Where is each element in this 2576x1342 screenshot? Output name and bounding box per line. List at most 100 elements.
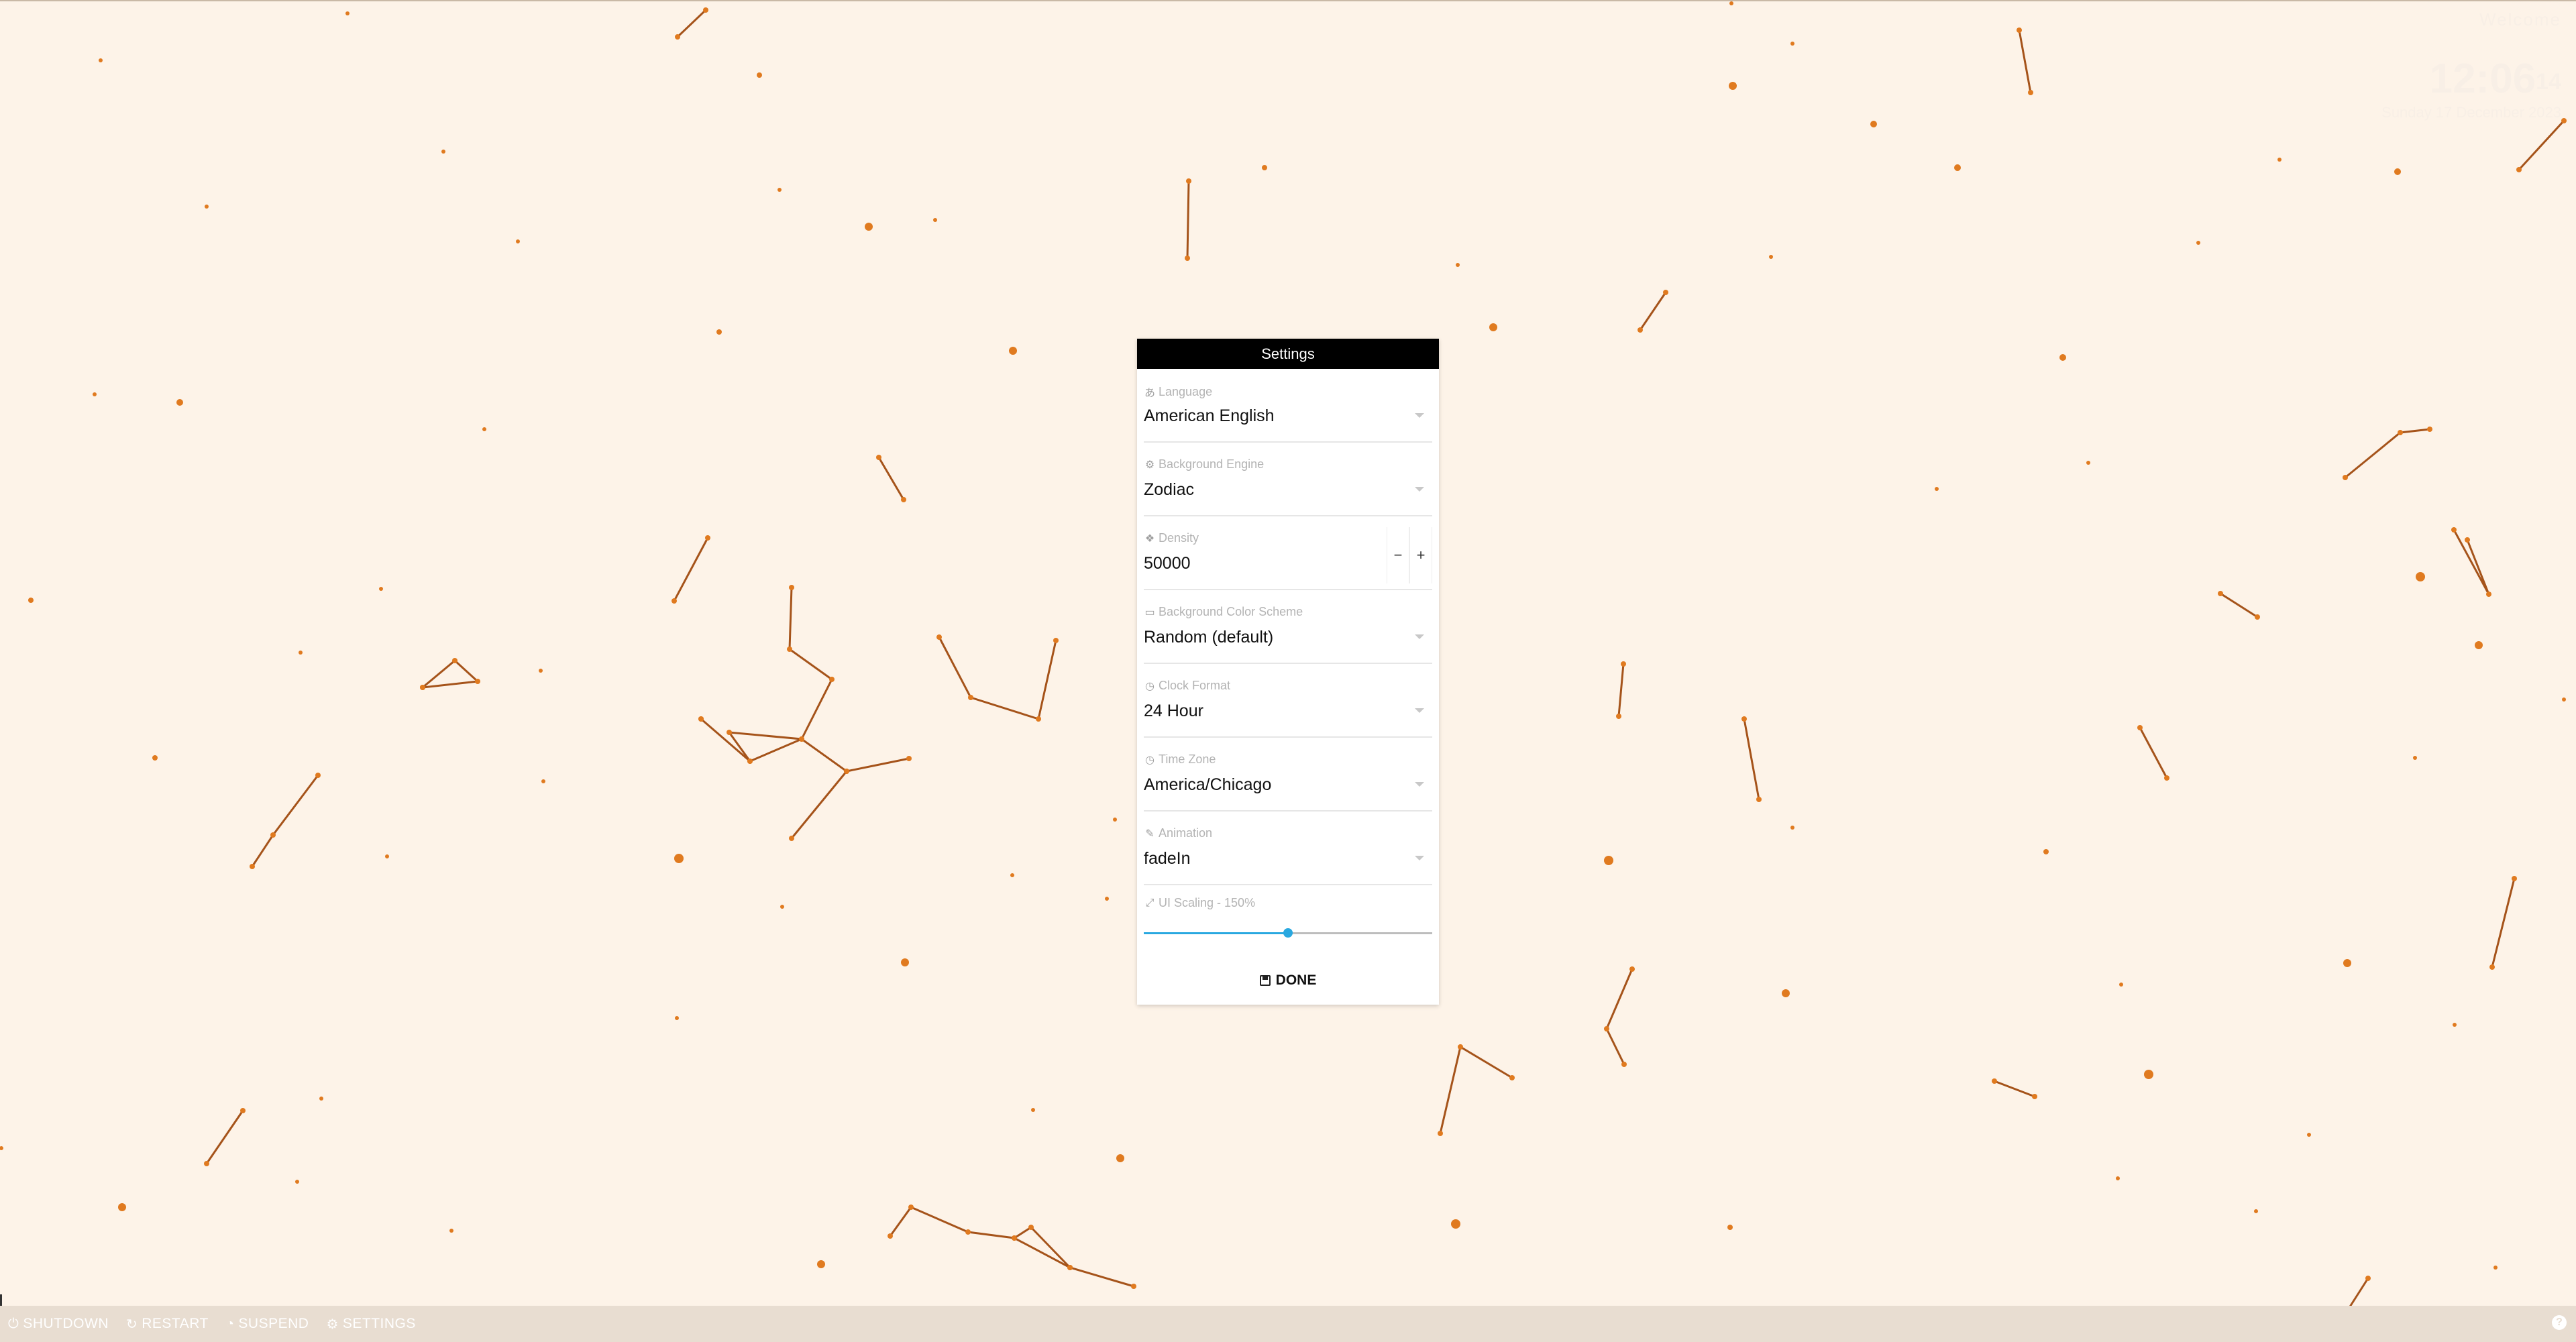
star: [1790, 42, 1794, 46]
refresh-icon: ↻: [125, 1317, 138, 1332]
star: [1769, 255, 1773, 259]
clock-time: 12:0614: [2429, 56, 2561, 102]
restart-button[interactable]: ↻ RESTART: [126, 1316, 209, 1333]
color-scheme-select[interactable]: ▭ Background Color Scheme Random (default…: [1144, 590, 1432, 664]
constellation-line: [700, 718, 802, 763]
clock-seconds: 14: [2536, 69, 2561, 95]
star: [449, 1229, 453, 1233]
star: [1456, 263, 1460, 267]
constellation-line: [1605, 968, 1633, 1065]
star: [2059, 354, 2066, 361]
shutdown-button[interactable]: ⏻ SHUTDOWN: [8, 1316, 109, 1332]
star: [1116, 1154, 1124, 1162]
constellation-line: [1186, 180, 1190, 259]
star: [747, 759, 753, 764]
ui-scaling-slider[interactable]: [1144, 928, 1432, 938]
star: [865, 223, 873, 231]
help-button[interactable]: ?: [2552, 1315, 2567, 1330]
density-input[interactable]: 50000: [1144, 554, 1191, 573]
settings-button[interactable]: ⚙ SETTINGS: [326, 1316, 415, 1333]
star: [28, 598, 34, 603]
star: [817, 1260, 825, 1268]
star: [2116, 1176, 2120, 1180]
star: [1616, 714, 1621, 719]
star: [1458, 1044, 1463, 1050]
language-select[interactable]: あ Language American English: [1144, 369, 1432, 443]
clock-user: Welcome: [2479, 9, 2561, 30]
star: [2307, 1133, 2311, 1137]
increment-button[interactable]: +: [1409, 527, 1432, 583]
shutdown-label: SHUTDOWN: [23, 1316, 109, 1331]
star: [2043, 849, 2049, 854]
clock-format-value: 24 Hour: [1144, 702, 1203, 720]
star: [475, 679, 480, 684]
star: [675, 34, 680, 40]
star: [1604, 1026, 1609, 1031]
star: [906, 756, 912, 761]
star: [452, 658, 458, 663]
time-zone-select[interactable]: ◷ Time Zone America/Chicago: [1144, 738, 1432, 812]
color-scheme-label: Background Color Scheme: [1159, 605, 1303, 618]
suspend-button[interactable]: ◔ SUSPEND: [226, 1316, 309, 1332]
star: [2493, 1266, 2498, 1270]
star: [908, 1205, 914, 1210]
chevron-down-icon[interactable]: [1415, 634, 1424, 639]
star: [93, 392, 97, 396]
suspend-icon: ◔: [225, 1316, 235, 1331]
star: [2017, 27, 2022, 33]
chevron-down-icon[interactable]: [1415, 708, 1424, 713]
star: [2416, 572, 2425, 581]
animation-label: Animation: [1159, 826, 1213, 840]
star: [2451, 527, 2457, 533]
star: [789, 585, 794, 590]
star: [2086, 461, 2090, 465]
star: [420, 685, 425, 690]
density-stepper: − +: [1387, 527, 1432, 583]
chevron-down-icon[interactable]: [1415, 856, 1424, 860]
star: [1782, 989, 1790, 997]
clock-format-label: Clock Format: [1159, 679, 1231, 692]
cogs-icon: ⚙: [326, 1317, 339, 1332]
constellation-line: [2139, 727, 2168, 779]
star: [1262, 165, 1267, 170]
star: [2255, 614, 2260, 620]
star: [1729, 82, 1737, 90]
ui-scaling-label: UI Scaling - 150%: [1159, 896, 1256, 909]
star: [1067, 1265, 1073, 1270]
star: [703, 7, 708, 13]
settings-label: SETTINGS: [342, 1316, 416, 1331]
star: [152, 755, 158, 761]
star: [1053, 638, 1059, 643]
chevron-down-icon[interactable]: [1415, 782, 1424, 787]
chevron-down-icon[interactable]: [1415, 413, 1424, 418]
top-divider: [0, 0, 2576, 1]
clock-icon: ◷: [1145, 754, 1155, 766]
animation-select[interactable]: ✎ Animation fadeIn: [1144, 812, 1432, 885]
slider-thumb[interactable]: [1283, 928, 1293, 938]
star: [2137, 725, 2143, 730]
constellation-line: [2220, 592, 2258, 618]
star: [2196, 241, 2200, 245]
decrement-button[interactable]: −: [1387, 527, 1409, 583]
star: [240, 1108, 246, 1113]
star: [1010, 873, 1014, 877]
star: [1621, 1062, 1627, 1067]
time-zone-value: America/Chicago: [1144, 775, 1272, 794]
star: [2365, 1276, 2371, 1281]
background-engine-select[interactable]: ⚙ Background Engine Zodiac: [1144, 443, 1432, 516]
constellation-line: [1617, 663, 1625, 717]
background-engine-label: Background Engine: [1159, 457, 1265, 471]
star: [2394, 168, 2401, 175]
star: [250, 864, 255, 869]
star: [705, 535, 710, 541]
star: [99, 58, 103, 62]
star: [1451, 1219, 1460, 1229]
done-button[interactable]: DONE: [1137, 967, 1439, 994]
star: [933, 218, 937, 222]
constellation-line: [938, 636, 1057, 720]
star: [1756, 797, 1762, 802]
star: [777, 188, 782, 192]
clock-format-select[interactable]: ◷ Clock Format 24 Hour: [1144, 664, 1432, 738]
constellation-line: [877, 457, 905, 500]
chevron-down-icon[interactable]: [1415, 487, 1424, 492]
